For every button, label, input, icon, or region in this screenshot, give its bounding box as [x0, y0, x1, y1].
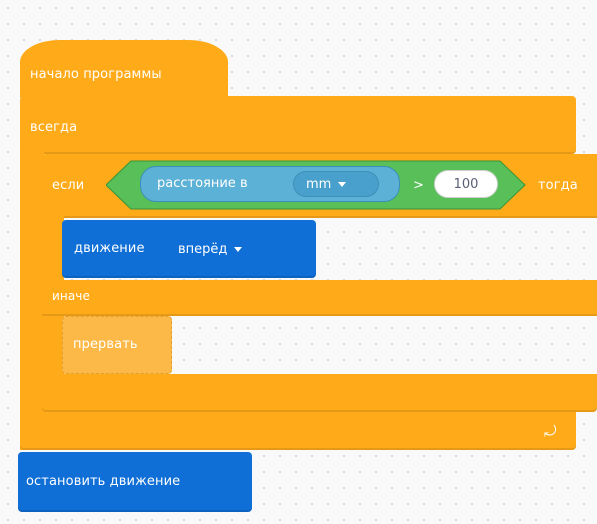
else-label: иначе — [52, 289, 90, 303]
direction-dropdown[interactable]: вперёд — [178, 237, 243, 261]
stop-movement-block[interactable]: остановить движение — [18, 452, 252, 512]
forever-label: всегда — [30, 120, 78, 135]
start-program-label: начало программы — [30, 67, 162, 82]
forever-footer[interactable] — [20, 412, 576, 450]
move-label: движение — [74, 241, 145, 256]
direction-value: вперёд — [178, 241, 228, 257]
if-label: если — [52, 178, 85, 193]
code-workspace[interactable]: начало программы всегда ⤾ если иначе тог… — [0, 0, 597, 524]
if-footer[interactable] — [42, 374, 597, 412]
break-label: прервать — [73, 337, 138, 352]
greater-than-operator: > — [413, 178, 424, 193]
else-divider[interactable] — [42, 280, 597, 316]
unit-dropdown[interactable]: mm — [293, 171, 379, 197]
stop-movement-label: остановить движение — [26, 474, 181, 489]
unit-value: mm — [306, 176, 332, 192]
threshold-input[interactable]: 100 — [434, 170, 498, 198]
break-block[interactable]: прервать — [62, 316, 172, 374]
chevron-down-icon — [234, 246, 243, 252]
then-label: тогда — [538, 178, 578, 193]
threshold-value: 100 — [453, 176, 479, 192]
loop-arrow-icon: ⤾ — [544, 422, 557, 440]
start-program-block[interactable]: начало программы — [20, 40, 228, 100]
chevron-down-icon — [338, 181, 347, 187]
move-block[interactable]: движение вперёд — [62, 220, 316, 278]
forever-header[interactable] — [20, 96, 576, 154]
distance-sensor-block[interactable]: расстояние в mm — [140, 166, 400, 202]
forever-arm — [20, 150, 44, 450]
distance-sensor-label: расстояние в — [157, 176, 248, 191]
